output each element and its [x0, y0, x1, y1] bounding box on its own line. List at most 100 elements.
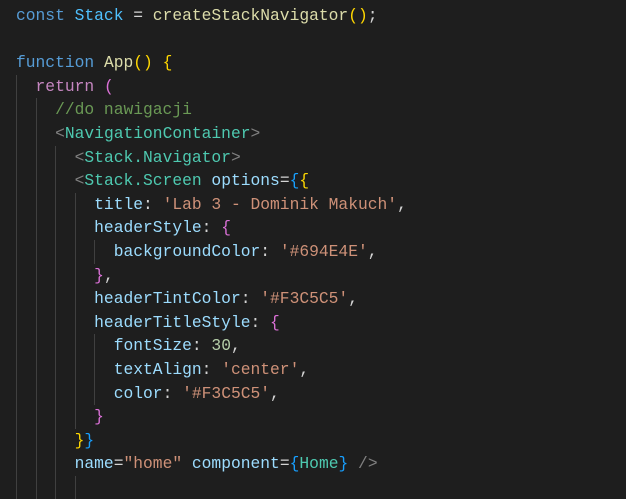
- code-token: }: [84, 430, 95, 450]
- indent-guide: [16, 405, 17, 429]
- code-token: ;: [367, 6, 378, 25]
- code-line[interactable]: //do nawigacji: [16, 98, 407, 122]
- code-token: <: [16, 147, 85, 167]
- code-line[interactable]: },: [16, 263, 407, 288]
- indent-guide: [35, 452, 37, 476]
- indent-guide: [16, 452, 17, 476]
- indent-guide: [55, 475, 57, 499]
- indent-guide: [55, 428, 57, 453]
- indent-guide: [74, 239, 76, 264]
- indent-guide: [16, 74, 17, 99]
- code-token: >: [250, 123, 261, 143]
- indent-guide: [16, 263, 17, 288]
- code-line[interactable]: function App() {: [16, 51, 407, 75]
- code-token: Stack.Screen: [84, 171, 202, 191]
- code-token: Home: [299, 454, 339, 474]
- indent-guide: [74, 192, 76, 217]
- code-token: NavigationContainer: [64, 123, 251, 143]
- indent-guide: [16, 239, 17, 264]
- code-line[interactable]: backgroundColor: '#694E4E',: [16, 239, 407, 264]
- indent-guide: [94, 334, 96, 358]
- code-line[interactable]: return (: [16, 74, 407, 99]
- indent-guide: [55, 334, 57, 358]
- code-token: <: [16, 123, 65, 143]
- indent-guide: [16, 287, 17, 311]
- indent-guide: [94, 381, 96, 406]
- indent-guide: [74, 263, 76, 288]
- indent-guide: [74, 381, 76, 406]
- code-token: {: [162, 53, 173, 73]
- indent-guide: [74, 405, 76, 429]
- code-line[interactable]: title: 'Lab 3 - Dominik Makuch',: [16, 192, 407, 217]
- code-token: {: [289, 171, 300, 191]
- indent-guide: [94, 357, 96, 382]
- code-line[interactable]: headerStyle: {: [16, 216, 407, 240]
- code-line[interactable]: <Stack.Screen options={{: [16, 169, 407, 193]
- indent-guide: [16, 192, 17, 217]
- code-token: />: [348, 454, 378, 474]
- indent-guide: [16, 310, 17, 335]
- code-line[interactable]: name="home" component={Home} />: [16, 452, 407, 476]
- indent-guide: [74, 357, 76, 382]
- code-token: :: [162, 383, 183, 403]
- indent-guide: [35, 405, 37, 429]
- code-token: function: [16, 53, 104, 73]
- code-token: fontSize: [16, 336, 192, 356]
- code-line[interactable]: color: '#F3C5C5',: [16, 381, 407, 406]
- code-token: :: [240, 289, 261, 309]
- indent-guide: [16, 121, 17, 146]
- code-token: name: [16, 454, 114, 474]
- indent-guide: [35, 475, 37, 499]
- code-line[interactable]: }}: [16, 428, 407, 453]
- indent-guide: [55, 357, 57, 382]
- code-token: }: [94, 407, 104, 427]
- indent-guide: [35, 334, 37, 358]
- indent-guide: [55, 310, 57, 335]
- code-line[interactable]: textAlign: 'center',: [16, 357, 407, 382]
- code-line[interactable]: <NavigationContainer>: [16, 121, 407, 146]
- code-token: <: [16, 171, 85, 191]
- code-token: (): [133, 53, 153, 73]
- code-token: 'Lab 3 - Dominik Makuch': [162, 194, 398, 214]
- code-token: component: [182, 454, 280, 474]
- code-line[interactable]: }: [16, 405, 407, 429]
- code-token: :: [250, 312, 271, 332]
- indent-guide: [55, 405, 57, 429]
- indent-guide: [55, 263, 57, 288]
- indent-guide: [35, 310, 37, 335]
- code-line[interactable]: [16, 475, 407, 499]
- code-token: ,: [397, 194, 407, 214]
- code-token: }: [94, 265, 104, 285]
- indent-guide: [74, 287, 76, 311]
- code-token: '#694E4E': [279, 241, 368, 261]
- code-token: '#F3C5C5': [182, 383, 271, 403]
- indent-guide: [35, 239, 37, 264]
- indent-guide: [55, 239, 57, 264]
- code-line[interactable]: headerTitleStyle: {: [16, 310, 407, 335]
- code-token: =: [279, 454, 290, 474]
- code-token: :: [201, 359, 222, 379]
- code-line[interactable]: const Stack = createStackNavigator();: [16, 4, 407, 28]
- code-token: //do nawigacji: [16, 100, 192, 120]
- code-token: =: [113, 454, 124, 474]
- indent-guide: [16, 145, 17, 170]
- indent-guide: [35, 263, 37, 288]
- code-token: {: [289, 454, 300, 474]
- code-editor[interactable]: const Stack = createStackNavigator(); fu…: [16, 4, 407, 499]
- code-token: ,: [348, 289, 358, 309]
- indent-guide: [55, 216, 57, 240]
- code-token: 'center': [221, 359, 300, 379]
- code-line[interactable]: [16, 28, 407, 52]
- indent-guide: [16, 357, 17, 382]
- code-line[interactable]: <Stack.Navigator>: [16, 145, 407, 170]
- indent-guide: [16, 428, 17, 453]
- indent-guide: [16, 169, 17, 193]
- code-line[interactable]: headerTintColor: '#F3C5C5',: [16, 287, 407, 311]
- code-line[interactable]: fontSize: 30,: [16, 334, 407, 358]
- code-token: ,: [270, 383, 280, 403]
- code-token: backgroundColor: [16, 241, 261, 261]
- code-token: headerStyle: [16, 218, 202, 238]
- code-token: (: [103, 76, 114, 96]
- code-token: Stack: [74, 6, 124, 25]
